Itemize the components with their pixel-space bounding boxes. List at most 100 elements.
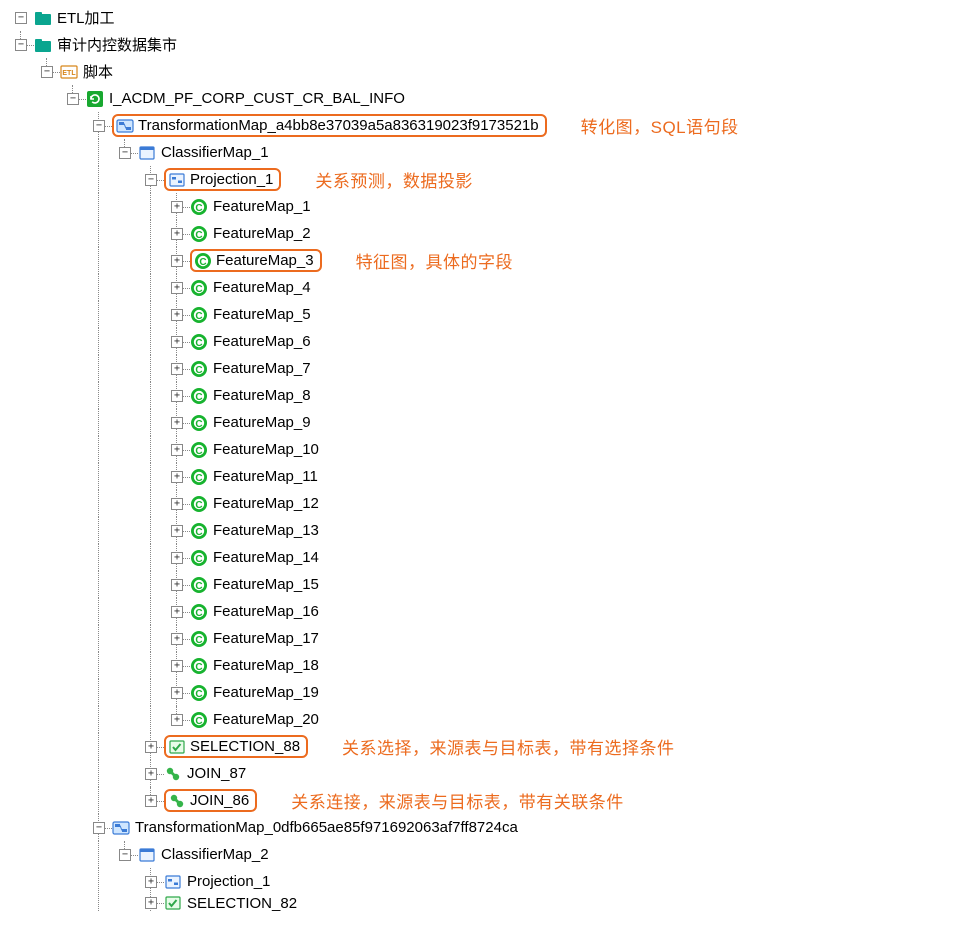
tree-label: Projection_1 [188,171,275,188]
tree-node-feature[interactable]: +FeatureMap_7 [8,355,972,382]
expand-toggle[interactable]: + [171,525,183,537]
collapse-toggle[interactable]: − [15,39,27,51]
annotation-text: 特征图，具体的字段 [356,248,514,273]
tree-node-proc[interactable]: − I_ACDM_PF_CORP_CUST_CR_BAL_INFO [8,85,972,112]
tree-label: FeatureMap_3 [214,252,316,269]
tree-node-feature[interactable]: +FeatureMap_10 [8,436,972,463]
tree-node-feature[interactable]: + FeatureMap_6 [8,328,972,355]
tree-node-feature[interactable]: +FeatureMap_8 [8,382,972,409]
tree-node-classifier-map-2[interactable]: − ClassifierMap_2 [8,841,972,868]
feature-icon [190,522,208,540]
feature-icon [190,657,208,675]
tree-node-projection-1[interactable]: − Projection_1 关系预测，数据投影 [8,166,972,193]
tree-label: ETL加工 [55,7,117,28]
tree-node-feature[interactable]: +FeatureMap_15 [8,571,972,598]
tree-node-selection-88[interactable]: + SELECTION_88 关系选择，来源表与目标表，带有选择条件 [8,733,972,760]
map-icon [116,117,134,135]
collapse-toggle[interactable]: − [41,66,53,78]
tree-node-projection-2[interactable]: + Projection_1 [8,868,972,895]
expand-toggle[interactable]: + [171,579,183,591]
expand-toggle[interactable]: + [145,741,157,753]
annotation-text: 转化图，SQL语句段 [581,113,739,138]
tree-node-feature[interactable]: + FeatureMap_3 特征图，具体的字段 [8,247,972,274]
feature-icon [190,684,208,702]
expand-toggle[interactable]: + [145,876,157,888]
tree-node-join-86[interactable]: + JOIN_86 关系连接，来源表与目标表，带有关联条件 [8,787,972,814]
expand-toggle[interactable]: + [171,282,183,294]
expand-toggle[interactable]: + [171,633,183,645]
tree-node-root[interactable]: − ETL加工 [8,4,972,31]
tree-label: FeatureMap_19 [211,684,321,701]
tree-label: TransformationMap_a4bb8e37039a5a83631902… [136,117,541,134]
join-icon [168,792,186,810]
expand-toggle[interactable]: + [171,606,183,618]
collapse-toggle[interactable]: − [119,147,131,159]
expand-toggle[interactable]: + [171,471,183,483]
tree-node-feature[interactable]: + FeatureMap_11 [8,463,972,490]
feature-icon [190,468,208,486]
tree-node-feature[interactable]: +FeatureMap_18 [8,652,972,679]
tree-node-classifier-map-1[interactable]: − ClassifierMap_1 [8,139,972,166]
tree-label: FeatureMap_11 [211,468,320,485]
tree-node-feature[interactable]: +FeatureMap_17 [8,625,972,652]
expand-toggle[interactable]: + [145,768,157,780]
tree-node-selection-82[interactable]: + SELECTION_82 [8,895,972,911]
expand-toggle[interactable]: + [171,687,183,699]
tree-node-feature[interactable]: + FeatureMap_2 [8,220,972,247]
tree-label: FeatureMap_12 [211,495,321,512]
tree-node-feature[interactable]: +FeatureMap_5 [8,301,972,328]
expand-toggle[interactable]: + [171,498,183,510]
expand-toggle[interactable]: + [171,444,183,456]
tree-label: FeatureMap_2 [211,225,313,242]
expand-toggle[interactable]: + [171,417,183,429]
feature-icon [190,225,208,243]
tree-label: Projection_1 [185,873,272,890]
tree-node-feature[interactable]: +FeatureMap_13 [8,517,972,544]
tree-label: SELECTION_82 [185,895,299,911]
expand-toggle[interactable]: + [171,201,183,213]
window-icon [138,846,156,864]
expand-toggle[interactable]: + [171,309,183,321]
tree-node-feature[interactable]: + FeatureMap_19 [8,679,972,706]
feature-icon [190,711,208,729]
expand-toggle[interactable]: + [171,336,183,348]
tree-label: FeatureMap_6 [211,333,313,350]
expand-toggle[interactable]: + [171,660,183,672]
highlighted-node: JOIN_86 [164,789,257,812]
collapse-toggle[interactable]: − [145,174,157,186]
feature-icon [190,441,208,459]
expand-toggle[interactable]: + [171,714,183,726]
collapse-toggle[interactable]: − [93,120,105,132]
tree-node-transformation-map-1[interactable]: − TransformationMap_a4bb8e37039a5a836319… [8,112,972,139]
tree-label: 脚本 [81,61,115,82]
tree-node-feature[interactable]: +FeatureMap_20 [8,706,972,733]
tree-node-transformation-map-2[interactable]: − TransformationMap_0dfb665ae85f97169206… [8,814,972,841]
feature-icon [190,495,208,513]
expand-toggle[interactable]: + [171,390,183,402]
tree-label: FeatureMap_1 [211,198,313,215]
tree-node-feature[interactable]: +FeatureMap_16 [8,598,972,625]
tree-node-feature[interactable]: +FeatureMap_14 [8,544,972,571]
expand-toggle[interactable]: + [145,897,157,909]
collapse-toggle[interactable]: − [15,12,27,24]
expand-toggle[interactable]: + [171,552,183,564]
tree-node-script[interactable]: − 脚本 [8,58,972,85]
tree-node-join-87[interactable]: + JOIN_87 [8,760,972,787]
tree-node-feature[interactable]: +FeatureMap_4 [8,274,972,301]
highlighted-node: TransformationMap_a4bb8e37039a5a83631902… [112,114,547,137]
collapse-toggle[interactable]: − [119,849,131,861]
tree-node-feature[interactable]: +FeatureMap_9 [8,409,972,436]
expand-toggle[interactable]: + [171,255,183,267]
tree-node-feature[interactable]: + FeatureMap_1 [8,193,972,220]
tree-label: TransformationMap_0dfb665ae85f971692063a… [133,819,520,836]
feature-icon [190,630,208,648]
feature-icon [190,279,208,297]
expand-toggle[interactable]: + [171,363,183,375]
tree-node-feature[interactable]: + FeatureMap_12 [8,490,972,517]
collapse-toggle[interactable]: − [67,93,79,105]
feature-icon [190,306,208,324]
expand-toggle[interactable]: + [171,228,183,240]
tree-node-mart[interactable]: − 审计内控数据集市 [8,31,972,58]
expand-toggle[interactable]: + [145,795,157,807]
collapse-toggle[interactable]: − [93,822,105,834]
